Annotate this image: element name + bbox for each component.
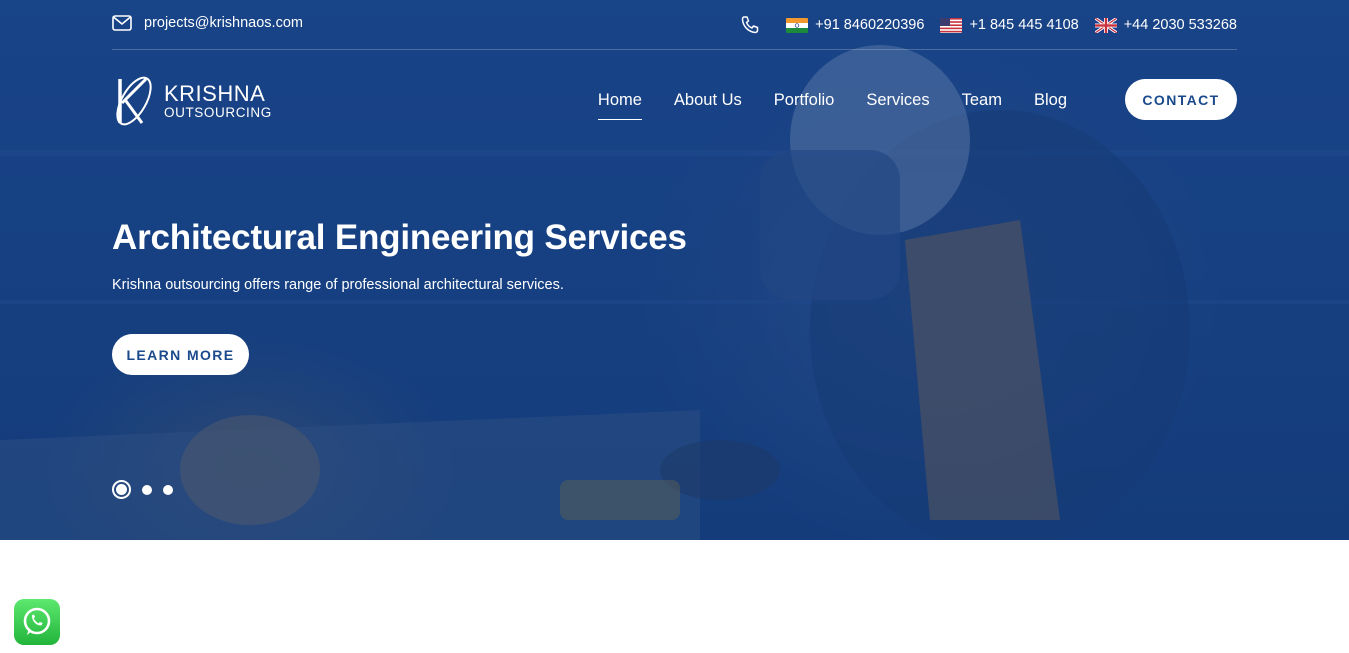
phone-india-number[interactable]: +91 8460220396 — [815, 17, 924, 33]
slider-dot-3[interactable] — [163, 484, 173, 495]
logo-mark-icon — [116, 76, 152, 126]
slider-pagination — [112, 480, 173, 499]
site-logo[interactable]: KRISHNA OUTSOURCING — [112, 72, 272, 130]
logo-subtitle: OUTSOURCING — [164, 104, 272, 120]
phone-india[interactable]: +91 8460220396 — [786, 17, 924, 33]
nav-item-team[interactable]: Team — [946, 90, 1018, 120]
phone-uk[interactable]: +44 2030 533268 — [1094, 17, 1237, 33]
phone-usa-number[interactable]: +1 845 445 4108 — [969, 17, 1078, 33]
phone-usa[interactable]: +1 845 445 4108 — [940, 17, 1079, 33]
contact-button[interactable]: CONTACT — [1125, 79, 1237, 120]
hero-title: Architectural Engineering Services — [112, 218, 687, 257]
main-nav: Home About Us Portfolio Services Team Bl… — [582, 90, 1083, 120]
slider-dot-1[interactable] — [112, 480, 131, 499]
mail-icon — [112, 15, 132, 31]
nav-item-portfolio[interactable]: Portfolio — [758, 90, 851, 120]
phone-list: +91 8460220396 +1 845 445 4108 +44 2030 … — [740, 15, 1237, 35]
nav-item-about-us[interactable]: About Us — [658, 90, 758, 120]
top-bar: projects@krishnaos.com +91 8460220396 +1… — [112, 0, 1237, 50]
logo-name: KRISHNA — [164, 80, 266, 106]
nav-item-home[interactable]: Home — [582, 90, 658, 120]
slider-dot-2[interactable] — [142, 484, 152, 495]
email-contact[interactable]: projects@krishnaos.com — [112, 15, 303, 31]
whatsapp-icon — [23, 607, 51, 635]
phone-icon — [741, 16, 759, 34]
uk-flag-icon — [1094, 17, 1117, 33]
learn-more-button[interactable]: LEARN MORE — [112, 334, 249, 375]
email-text[interactable]: projects@krishnaos.com — [144, 15, 303, 31]
whatsapp-chat-button[interactable] — [14, 599, 60, 645]
nav-item-services[interactable]: Services — [850, 90, 945, 120]
india-flag-icon — [786, 17, 809, 33]
phone-uk-number[interactable]: +44 2030 533268 — [1124, 17, 1237, 33]
usa-flag-icon — [940, 17, 963, 33]
hero-subtitle: Krishna outsourcing offers range of prof… — [112, 277, 564, 293]
nav-item-blog[interactable]: Blog — [1018, 90, 1083, 120]
